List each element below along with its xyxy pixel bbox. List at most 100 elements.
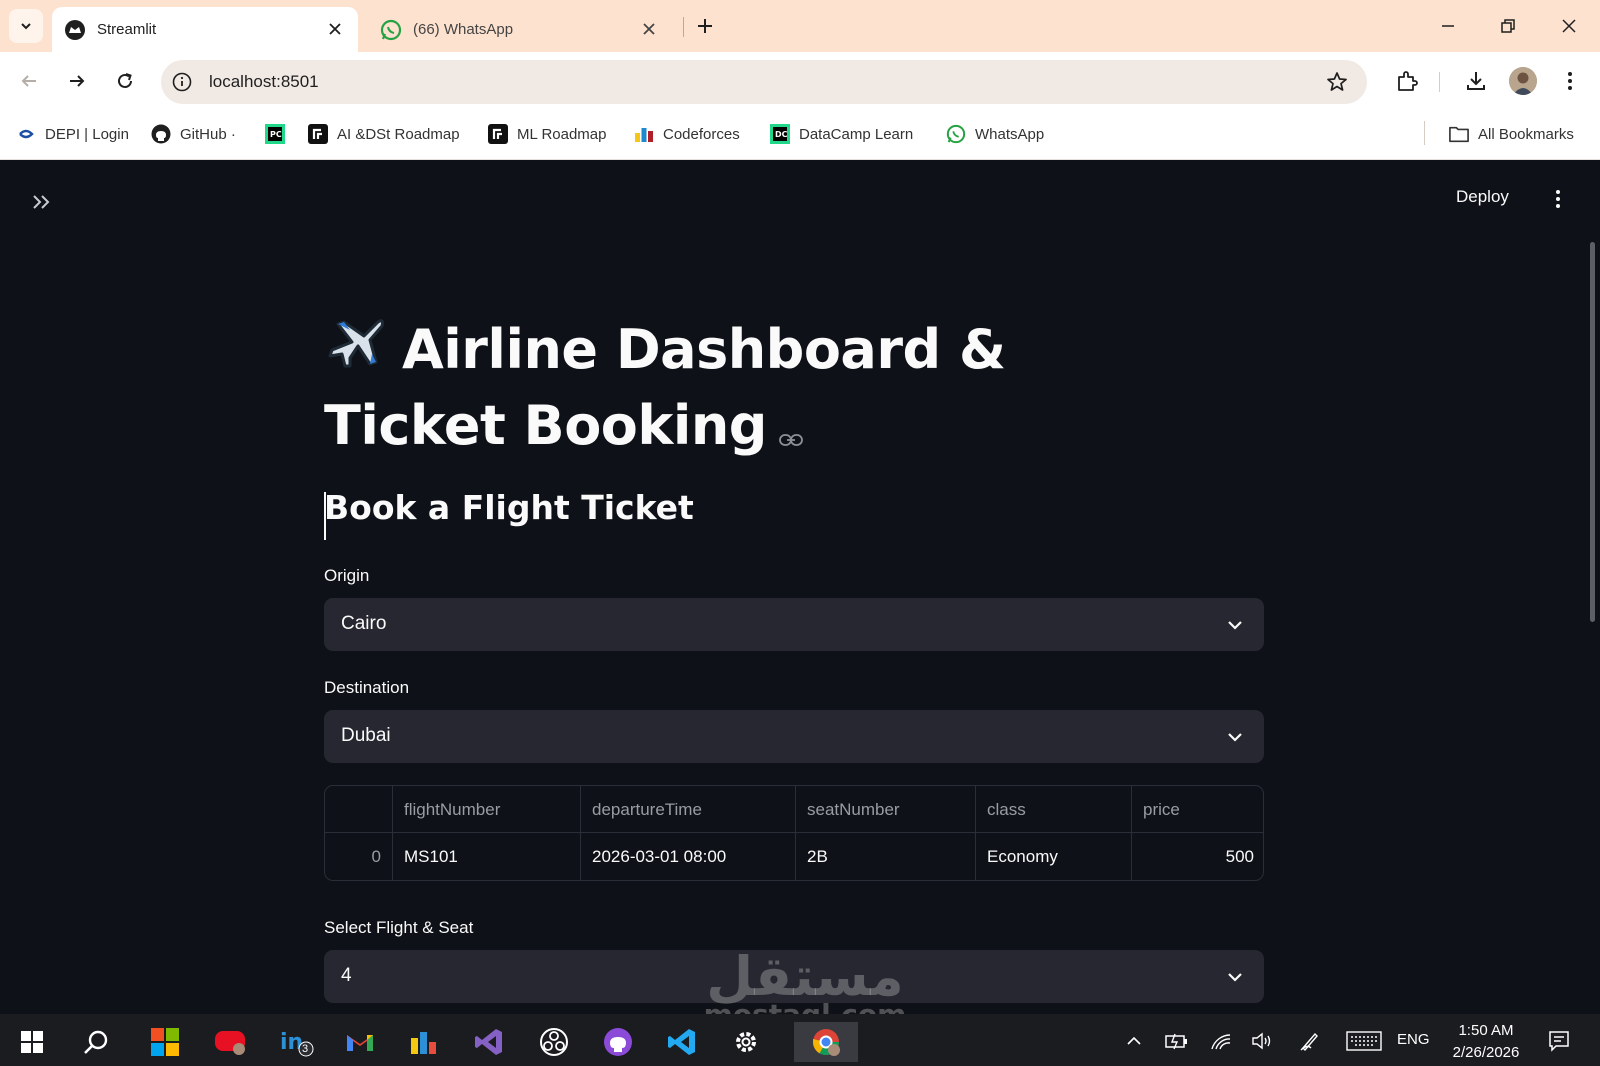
streamlit-app: Deploy Airline Dashboard & Ticket Bookin…: [0, 160, 1600, 1014]
volume-button[interactable]: [1249, 1028, 1275, 1054]
section-subheader: Book a Flight Ticket: [324, 488, 694, 527]
touch-keyboard-button[interactable]: [1345, 1028, 1383, 1054]
new-tab-button[interactable]: [692, 13, 718, 39]
extensions-button[interactable]: [1393, 67, 1421, 95]
notifications-button[interactable]: [1546, 1028, 1572, 1054]
plus-icon: [698, 19, 712, 33]
restore-icon: [1501, 19, 1515, 33]
github-icon: [604, 1028, 632, 1056]
close-tab-icon[interactable]: [640, 20, 658, 38]
tab-whatsapp[interactable]: (66) WhatsApp: [370, 7, 672, 52]
show-hidden-icons-button[interactable]: [1121, 1028, 1147, 1054]
pen-icon: [1300, 1032, 1318, 1052]
taskbar-powerbi[interactable]: [398, 1022, 450, 1062]
table-row: 0 MS101 2026-03-01 08:00 2B Economy 500: [325, 833, 1263, 880]
minimize-button[interactable]: [1434, 12, 1462, 40]
windows-taskbar: in 3 ENG 1:50 AM 2/26/2026: [0, 1014, 1600, 1066]
taskbar-linkedin[interactable]: in 3: [270, 1022, 322, 1062]
site-info-icon[interactable]: [171, 71, 193, 93]
bookmark-codeforces[interactable]: Codeforces: [634, 122, 740, 146]
page-title-text: Airline Dashboard & Ticket Booking: [324, 318, 1006, 457]
bookmark-ml-roadmap[interactable]: ML Roadmap: [488, 122, 607, 146]
table-header-cell[interactable]: departureTime: [581, 786, 796, 833]
table-header-cell[interactable]: seatNumber: [796, 786, 976, 833]
taskbar-visual-studio[interactable]: [463, 1022, 515, 1062]
expand-sidebar-button[interactable]: [30, 190, 54, 214]
app-menu-button[interactable]: [1545, 186, 1571, 212]
flight-seat-select[interactable]: 4: [324, 950, 1264, 1003]
taskbar-settings[interactable]: [720, 1022, 772, 1062]
scrollbar-thumb[interactable]: [1590, 242, 1595, 622]
bookmark-pycharm[interactable]: PC: [265, 122, 294, 146]
origin-select[interactable]: Cairo: [324, 598, 1264, 651]
speaker-icon: [1252, 1032, 1271, 1050]
puzzle-icon: [1398, 71, 1418, 91]
whatsapp-icon: [946, 124, 966, 144]
taskbar-chrome[interactable]: [794, 1022, 858, 1062]
table-header-cell[interactable]: flightNumber: [393, 786, 581, 833]
bookmark-github[interactable]: GitHub ·: [151, 122, 236, 146]
taskbar-obs[interactable]: [528, 1022, 580, 1062]
taskbar-github-desktop[interactable]: [592, 1022, 644, 1062]
toolbar-separator: [1439, 72, 1440, 92]
table-header-index[interactable]: [325, 786, 393, 833]
origin-value: Cairo: [341, 613, 387, 634]
bookmark-datacamp[interactable]: DC DataCamp Learn: [770, 122, 913, 146]
bookmarks-bar: DEPI | Login GitHub · PC AI &DSt Roadmap…: [0, 110, 1600, 160]
taskbar-gmail[interactable]: [334, 1022, 386, 1062]
browser-menu-button[interactable]: [1556, 67, 1584, 95]
keyboard-icon: [1346, 1031, 1382, 1051]
linkedin-badge: 3: [302, 1043, 309, 1055]
wifi-button[interactable]: [1208, 1028, 1234, 1054]
pycharm-icon: PC: [265, 124, 285, 144]
search-button[interactable]: [70, 1022, 122, 1062]
bookmark-depi[interactable]: DEPI | Login: [16, 122, 129, 146]
bookmark-ai-roadmap[interactable]: AI &DSt Roadmap: [308, 122, 460, 146]
url-text[interactable]: localhost:8501: [209, 72, 319, 92]
table-cell[interactable]: 500: [1132, 833, 1263, 880]
pen-menu-button[interactable]: [1297, 1028, 1323, 1054]
address-bar[interactable]: localhost:8501: [161, 60, 1367, 104]
obs-icon: [540, 1028, 568, 1056]
taskbar-video-app[interactable]: [204, 1022, 256, 1062]
depi-icon: [16, 124, 36, 144]
profile-avatar[interactable]: [1509, 67, 1537, 95]
restore-button[interactable]: [1494, 12, 1522, 40]
close-window-button[interactable]: [1555, 12, 1583, 40]
all-bookmarks-button[interactable]: All Bookmarks: [1449, 122, 1574, 146]
visual-studio-icon: [475, 1029, 502, 1055]
destination-select[interactable]: Dubai: [324, 710, 1264, 763]
reload-button[interactable]: [110, 66, 140, 96]
chrome-icon: [812, 1029, 840, 1056]
bookmark-whatsapp[interactable]: WhatsApp: [946, 122, 1044, 146]
tab-search-button[interactable]: [9, 9, 43, 43]
arrow-left-icon: [21, 75, 36, 87]
flights-dataframe[interactable]: flightNumber departureTime seatNumber cl…: [324, 785, 1264, 881]
close-tab-icon[interactable]: [326, 20, 344, 38]
table-header-cell[interactable]: class: [976, 786, 1132, 833]
start-button[interactable]: [6, 1022, 58, 1062]
tab-streamlit[interactable]: Streamlit: [52, 7, 358, 52]
flight-seat-value: 4: [341, 965, 352, 986]
gmail-icon: [347, 1035, 373, 1051]
taskbar-vscode[interactable]: [656, 1022, 708, 1062]
gear-icon: [736, 1032, 756, 1052]
system-clock[interactable]: 1:50 AM 2/26/2026: [1446, 1020, 1526, 1064]
minimize-icon: [1442, 25, 1454, 27]
back-button[interactable]: [14, 66, 44, 96]
table-cell[interactable]: 2B: [796, 833, 976, 880]
input-language[interactable]: ENG: [1397, 1031, 1430, 1048]
table-cell[interactable]: Economy: [976, 833, 1132, 880]
table-cell[interactable]: MS101: [393, 833, 581, 880]
taskbar-store-app[interactable]: [139, 1022, 191, 1062]
table-cell[interactable]: 2026-03-01 08:00: [581, 833, 796, 880]
table-header-cell[interactable]: price: [1132, 786, 1263, 833]
table-cell-index[interactable]: 0: [325, 833, 393, 880]
battery-button[interactable]: [1164, 1028, 1190, 1054]
link-icon[interactable]: [779, 394, 803, 464]
kebab-menu-icon: [1556, 190, 1560, 208]
deploy-button[interactable]: Deploy: [1456, 187, 1509, 207]
bookmark-star-icon[interactable]: [1325, 70, 1349, 94]
forward-button[interactable]: [62, 66, 92, 96]
downloads-button[interactable]: [1462, 67, 1490, 95]
